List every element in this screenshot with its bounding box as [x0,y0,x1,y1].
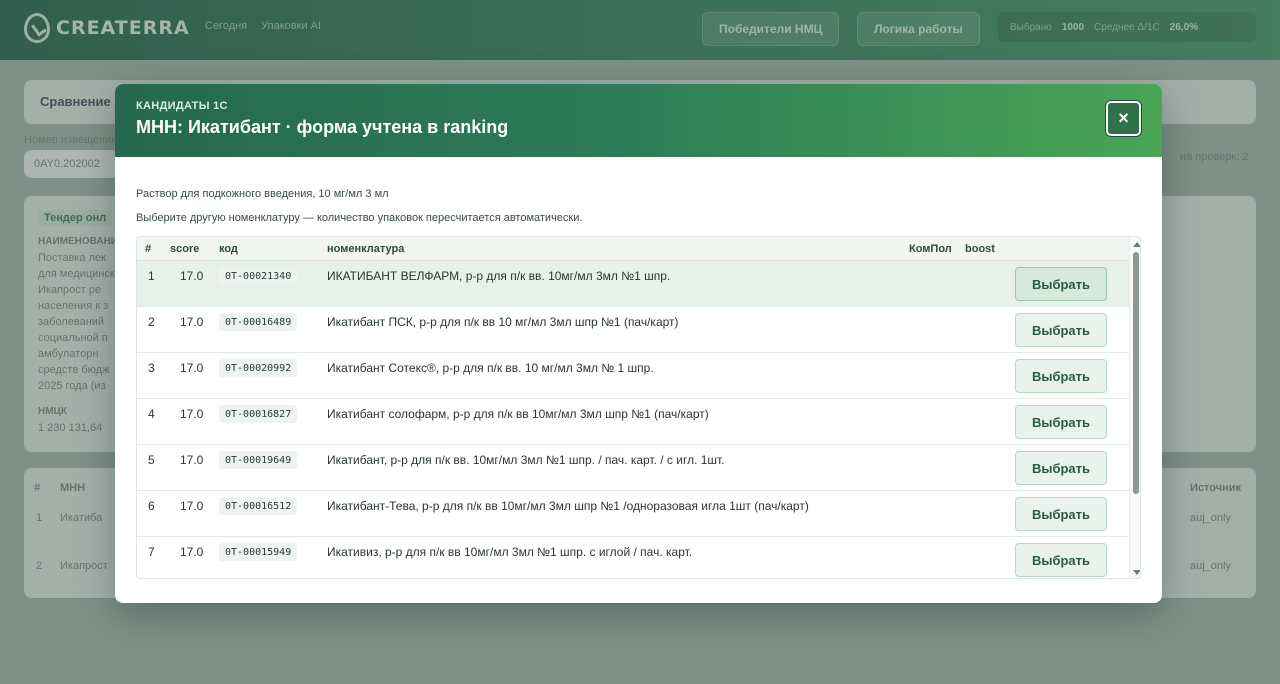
row-num: 7 [148,545,155,559]
table-row[interactable]: 1 17.0 0T-00021340 ИКАТИБАНТ ВЕЛФАРМ, р-… [137,261,1129,307]
row-score: 17.0 [180,269,204,283]
select-button[interactable]: Выбрать [1015,405,1107,439]
row-name: Икатибант, р-р для п/к вв. 10мг/мл 3мл №… [327,453,725,467]
row-name: ИКАТИБАНТ ВЕЛФАРМ, р-р для п/к вв. 10мг/… [327,269,671,283]
table-row[interactable]: 4 17.0 0T-00016827 Икатибант солофарм, р… [137,399,1129,445]
row-score: 17.0 [180,453,204,467]
row-code: 0T-00020992 [219,359,298,377]
col-name: номенклатура [327,243,405,255]
row-num: 6 [148,499,155,513]
scroll-up-arrow-icon[interactable] [1133,242,1140,247]
close-button[interactable]: × [1106,101,1141,136]
col-kompol: КомПол [909,243,952,255]
close-icon: × [1118,108,1129,128]
candidates-modal: КАНДИДАТЫ 1С МНН: Икатибант · форма учте… [115,84,1162,603]
row-num: 1 [148,269,155,283]
row-num: 4 [148,407,155,421]
row-code: 0T-00021340 [219,267,298,285]
row-name: Икатибант ПСК, р-р для п/к вв 10 мг/мл 3… [327,315,679,329]
row-name: Икативиз, р-р для п/к вв 10мг/мл 3мл №1 … [327,545,693,559]
select-button[interactable]: Выбрать [1015,359,1107,393]
col-num: # [145,243,152,255]
col-score: score [170,243,200,255]
row-score: 17.0 [180,407,204,421]
modal-header: КАНДИДАТЫ 1С МНН: Икатибант · форма учте… [115,84,1162,157]
row-code: 0T-00016512 [219,497,298,515]
row-code: 0T-00019649 [219,451,298,469]
row-code: 0T-00016827 [219,405,298,423]
table-row[interactable]: 5 17.0 0T-00019649 Икатибант, р-р для п/… [137,445,1129,491]
row-score: 17.0 [180,315,204,329]
table-header: # score код номенклатура КомПол boost [137,237,1129,261]
row-num: 3 [148,361,155,375]
table-row[interactable]: 6 17.0 0T-00016512 Икатибант-Тева, р-р д… [137,491,1129,537]
row-score: 17.0 [180,361,204,375]
row-name: Икатибант Сотекс®, р-р для п/к вв. 10 мг… [327,361,654,375]
col-code: код [219,243,238,255]
table-row[interactable]: 7 17.0 0T-00015949 Икативиз, р-р для п/к… [137,537,1129,578]
modal-title: МНН: Икатибант · форма учтена в ranking [136,117,509,137]
select-button[interactable]: Выбрать [1015,543,1107,577]
scroll-down-arrow-icon[interactable] [1133,570,1140,575]
modal-kicker: КАНДИДАТЫ 1С [136,100,228,112]
table-scrollbar[interactable] [1129,237,1140,578]
row-num: 5 [148,453,155,467]
col-boost: boost [965,243,995,255]
row-score: 17.0 [180,499,204,513]
row-code: 0T-00015949 [219,543,298,561]
table-row[interactable]: 3 17.0 0T-00020992 Икатибант Сотекс®, р-… [137,353,1129,399]
scroll-thumb[interactable] [1133,252,1139,494]
select-button[interactable]: Выбрать [1015,451,1107,485]
select-button[interactable]: Выбрать [1015,497,1107,531]
dosage-form-text: Раствор для подкожного введения, 10 мг/м… [136,188,389,200]
select-button[interactable]: Выбрать [1015,313,1107,347]
hint-text: Выберите другую номенклатуру — количеств… [136,212,583,224]
row-num: 2 [148,315,155,329]
row-name: Икатибант солофарм, р-р для п/к вв 10мг/… [327,407,709,421]
table-row[interactable]: 2 17.0 0T-00016489 Икатибант ПСК, р-р дл… [137,307,1129,353]
row-score: 17.0 [180,545,204,559]
select-button[interactable]: Выбрать [1015,267,1107,301]
row-code: 0T-00016489 [219,313,298,331]
candidates-table: # score код номенклатура КомПол boost 1 … [136,236,1141,579]
row-name: Икатибант-Тева, р-р для п/к вв 10мг/мл 3… [327,499,809,513]
